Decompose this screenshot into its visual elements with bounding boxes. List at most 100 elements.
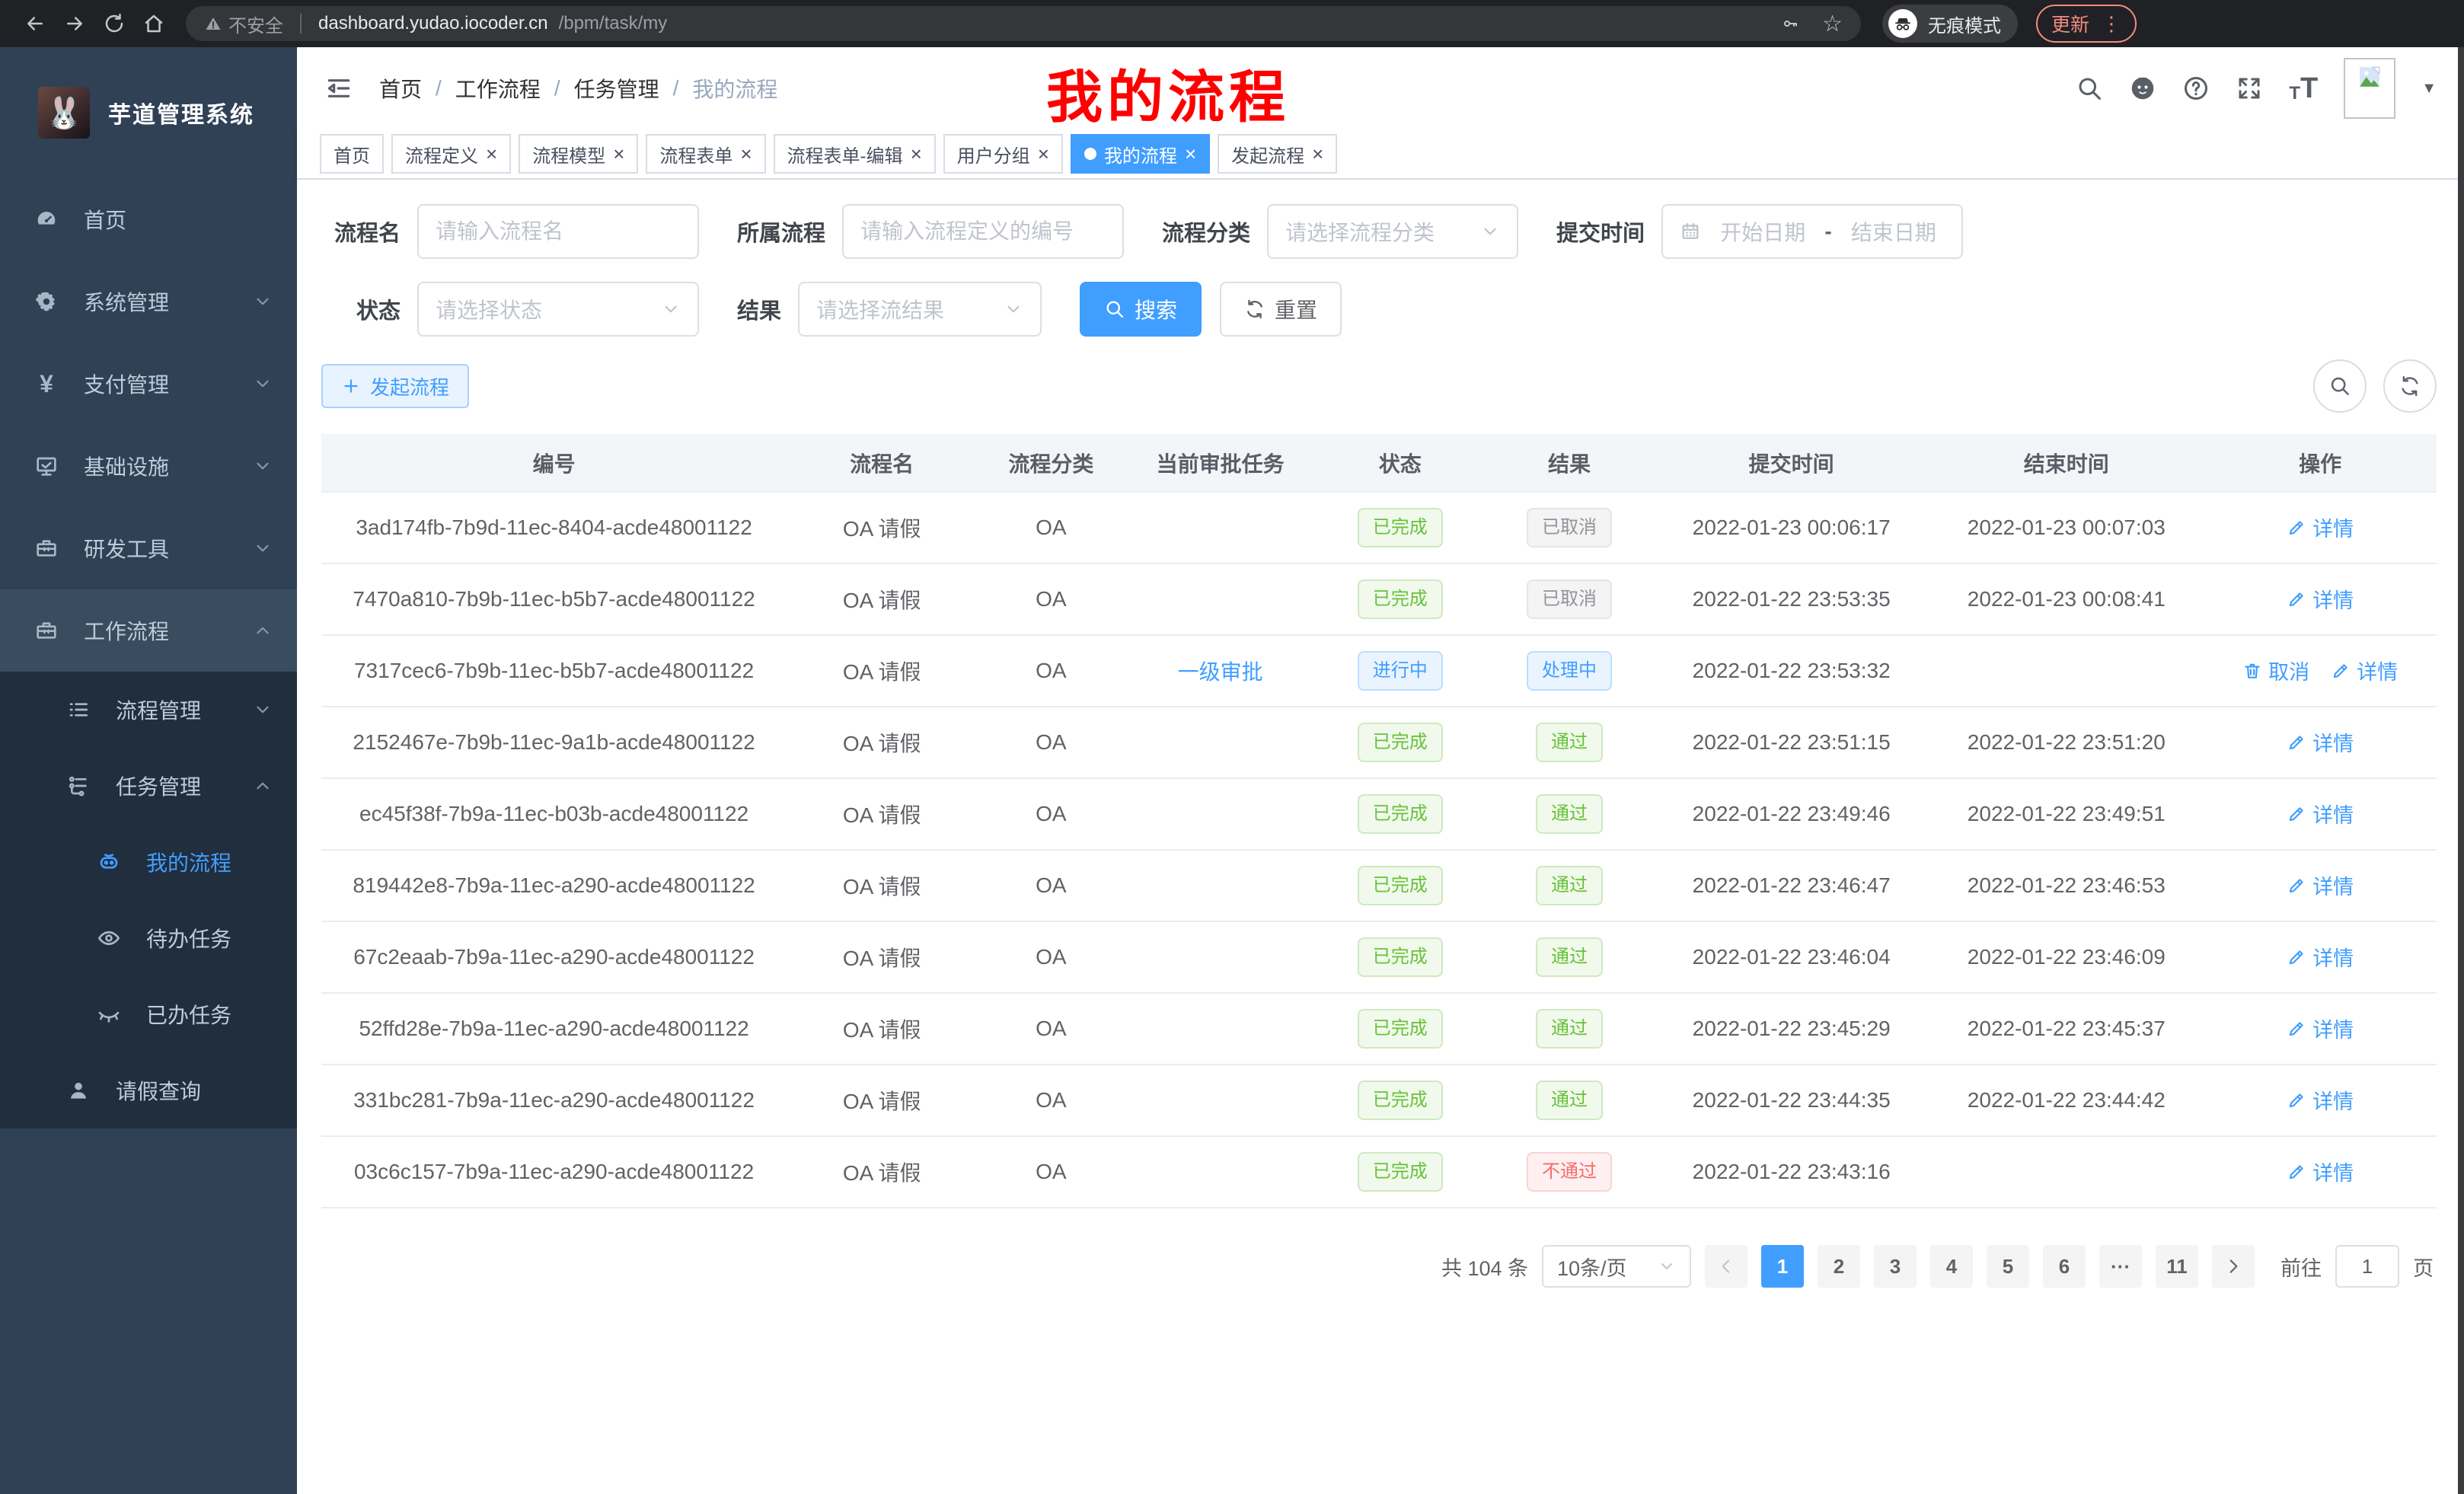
- tab-流程表单[interactable]: 流程表单×: [646, 134, 765, 174]
- eye-closed-icon: [94, 1002, 123, 1026]
- prev-page-button[interactable]: [1705, 1245, 1747, 1288]
- edit-icon: [2287, 733, 2306, 752]
- close-icon[interactable]: ×: [1038, 144, 1049, 164]
- page-button-5[interactable]: 5: [1987, 1245, 2029, 1288]
- breadcrumb-item[interactable]: 工作流程: [455, 73, 541, 104]
- page-button-11[interactable]: 11: [2156, 1245, 2198, 1288]
- process-id-input-field[interactable]: [860, 219, 1106, 244]
- page-button-3[interactable]: 3: [1874, 1245, 1917, 1288]
- bookmark-star-icon[interactable]: ☆: [1822, 11, 1843, 37]
- sidebar-item-流程管理[interactable]: 流程管理: [0, 672, 297, 748]
- category-select[interactable]: 请选择流程分类: [1267, 204, 1518, 259]
- sidebar-item-label: 工作流程: [84, 615, 169, 646]
- sidebar-item-工作流程[interactable]: 工作流程: [0, 589, 297, 672]
- tab-流程表单-编辑[interactable]: 流程表单-编辑×: [774, 134, 936, 174]
- status-select[interactable]: 请选择状态: [417, 282, 699, 337]
- page-button-1[interactable]: 1: [1761, 1245, 1804, 1288]
- key-icon[interactable]: [1781, 14, 1799, 33]
- browser-menu-icon[interactable]: ⋮: [2102, 14, 2121, 34]
- sidebar-collapse-icon[interactable]: [324, 74, 353, 103]
- tab-流程模型[interactable]: 流程模型×: [519, 134, 638, 174]
- tab-用户分组[interactable]: 用户分组×: [943, 134, 1063, 174]
- font-size-icon[interactable]: TT: [2289, 74, 2318, 103]
- reset-button[interactable]: 重置: [1220, 282, 1342, 337]
- sidebar-item-已办任务[interactable]: 已办任务: [0, 976, 297, 1052]
- breadcrumb-item[interactable]: 首页: [379, 73, 422, 104]
- page-size-select[interactable]: 10条/页: [1542, 1245, 1691, 1288]
- detail-link[interactable]: 详情: [2287, 870, 2354, 900]
- help-icon[interactable]: [2182, 75, 2210, 102]
- sidebar-item-首页[interactable]: 首页: [0, 178, 297, 260]
- search-button[interactable]: 搜索: [1080, 282, 1202, 337]
- cell-name: OA 请假: [787, 563, 977, 635]
- process-name-input-field[interactable]: [436, 219, 681, 244]
- result-select[interactable]: 请选择流结果: [798, 282, 1042, 337]
- detail-link[interactable]: 详情: [2287, 584, 2354, 614]
- result-badge: 通过: [1536, 1009, 1603, 1049]
- forward-icon[interactable]: [55, 12, 94, 35]
- process-name-input[interactable]: [417, 204, 699, 259]
- cancel-link[interactable]: 取消: [2242, 656, 2309, 685]
- breadcrumb-item[interactable]: 任务管理: [574, 73, 659, 104]
- close-icon[interactable]: ×: [1312, 144, 1323, 164]
- main-area: 首页 / 工作流程 / 任务管理 / 我的流程 我的流程 TT ▼: [297, 47, 2464, 1494]
- avatar[interactable]: [2344, 58, 2395, 119]
- github-icon[interactable]: [2129, 75, 2156, 102]
- detail-link[interactable]: 详情: [2287, 942, 2354, 972]
- cell-category: OA: [977, 993, 1125, 1065]
- sidebar-item-支付管理[interactable]: ¥支付管理: [0, 343, 297, 425]
- create-process-button[interactable]: 发起流程: [321, 364, 469, 408]
- chevron-down-icon[interactable]: ▼: [2421, 80, 2437, 97]
- cell-id: 819442e8-7b9a-11ec-a290-acde48001122: [321, 850, 787, 921]
- page-button-2[interactable]: 2: [1818, 1245, 1860, 1288]
- current-task-link[interactable]: 一级审批: [1178, 660, 1263, 684]
- start-date-placeholder[interactable]: 开始日期: [1712, 216, 1814, 247]
- close-icon[interactable]: ×: [486, 144, 497, 164]
- sidebar-item-任务管理[interactable]: 任务管理: [0, 748, 297, 824]
- sidebar-item-基础设施[interactable]: 基础设施: [0, 425, 297, 507]
- app-logo-row[interactable]: 🐰 芋道管理系统: [0, 47, 297, 178]
- detail-link[interactable]: 详情: [2287, 1014, 2354, 1043]
- action-label: 详情: [2312, 584, 2354, 614]
- sidebar-item-我的流程[interactable]: 我的流程: [0, 824, 297, 900]
- detail-link[interactable]: 详情: [2287, 512, 2354, 542]
- close-icon[interactable]: ×: [740, 144, 752, 164]
- goto-page-input[interactable]: [2335, 1245, 2399, 1288]
- back-icon[interactable]: [15, 12, 55, 35]
- search-icon[interactable]: [2076, 75, 2103, 102]
- sidebar-item-请假查询[interactable]: 请假查询: [0, 1052, 297, 1128]
- fullscreen-icon[interactable]: [2236, 75, 2263, 102]
- page-button-4[interactable]: 4: [1930, 1245, 1973, 1288]
- home-icon[interactable]: [134, 12, 174, 35]
- tab-发起流程[interactable]: 发起流程×: [1218, 134, 1337, 174]
- end-date-placeholder[interactable]: 结束日期: [1843, 216, 1945, 247]
- tags-view-bar: 首页流程定义×流程模型×流程表单×流程表单-编辑×用户分组×我的流程×发起流程×: [297, 129, 2464, 180]
- date-range-picker[interactable]: 开始日期 - 结束日期: [1661, 204, 1963, 259]
- sidebar-item-系统管理[interactable]: 系统管理: [0, 260, 297, 343]
- detail-link[interactable]: 详情: [2287, 1085, 2354, 1115]
- close-icon[interactable]: ×: [613, 144, 624, 164]
- tab-首页[interactable]: 首页: [320, 134, 384, 174]
- tab-流程定义[interactable]: 流程定义×: [391, 134, 511, 174]
- process-id-input[interactable]: [842, 204, 1124, 259]
- detail-link[interactable]: 详情: [2287, 727, 2354, 757]
- tab-我的流程[interactable]: 我的流程×: [1071, 134, 1210, 174]
- close-icon[interactable]: ×: [1185, 144, 1196, 164]
- detail-link[interactable]: 详情: [2287, 1157, 2354, 1186]
- url-bar[interactable]: 不安全 dashboard.yudao.iocoder.cn/bpm/task/…: [186, 6, 1861, 41]
- red-annotation-text: 我的流程: [1046, 52, 1290, 133]
- refresh-table-button[interactable]: [2383, 359, 2437, 413]
- detail-link[interactable]: 详情: [2331, 656, 2398, 685]
- show-search-button[interactable]: [2313, 359, 2367, 413]
- next-page-button[interactable]: [2212, 1245, 2255, 1288]
- close-icon[interactable]: ×: [911, 144, 922, 164]
- sidebar-item-研发工具[interactable]: 研发工具: [0, 507, 297, 589]
- update-button[interactable]: 更新 ⋮: [2036, 5, 2137, 43]
- reload-icon[interactable]: [94, 12, 134, 35]
- page-button-6[interactable]: 6: [2043, 1245, 2086, 1288]
- detail-link[interactable]: 详情: [2287, 799, 2354, 828]
- status-badge: 已完成: [1358, 508, 1443, 548]
- sidebar-item-待办任务[interactable]: 待办任务: [0, 900, 297, 976]
- active-tab-dot: [1084, 148, 1096, 160]
- status-badge: 进行中: [1358, 651, 1443, 691]
